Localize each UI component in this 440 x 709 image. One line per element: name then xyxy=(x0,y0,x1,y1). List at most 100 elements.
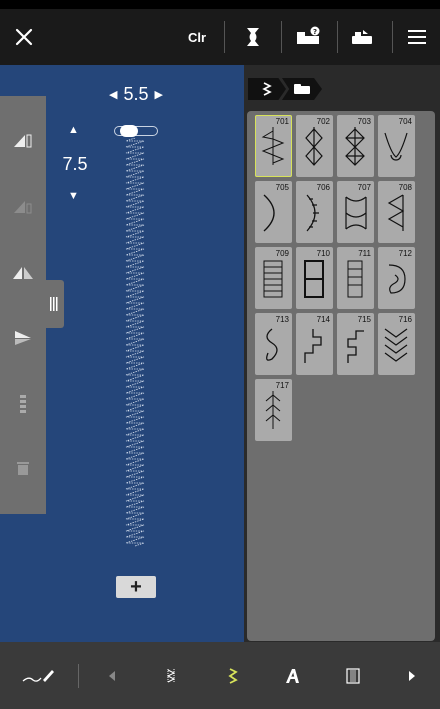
decorative-stitch-icon xyxy=(228,667,238,684)
stitch-pattern-icon xyxy=(266,328,278,361)
stitch-tile-709[interactable]: 709 xyxy=(255,247,292,309)
add-label: + xyxy=(130,575,142,598)
stitch-length-control: ▲ 7.5 ▼ xyxy=(50,124,100,208)
thread-button[interactable] xyxy=(238,9,268,65)
stitch-tile-710[interactable]: 710 xyxy=(296,247,333,309)
length-decrease-icon[interactable]: ▼ xyxy=(68,190,79,202)
stitch-pattern-icon xyxy=(384,132,408,161)
stitch-pattern-icon xyxy=(265,391,281,429)
stitch-width-control: ◀ 5.5 ▶ xyxy=(96,82,176,106)
stitch-pattern-icon xyxy=(347,260,363,298)
mirror-both-button[interactable] xyxy=(0,252,46,292)
stitch-pattern-icon xyxy=(305,127,323,166)
divider xyxy=(281,21,282,53)
buttonhole-button[interactable] xyxy=(340,642,366,709)
clear-label: Clr xyxy=(187,29,207,45)
mirror-both-icon xyxy=(13,267,33,279)
width-increase-icon[interactable]: ▶ xyxy=(155,88,163,101)
stitch-pattern-icon xyxy=(347,330,364,363)
divider xyxy=(337,21,338,53)
add-stitch-button[interactable]: + xyxy=(116,576,156,598)
stitch-tile-715[interactable]: 715 xyxy=(337,313,374,375)
stitch-pattern-icon xyxy=(304,329,322,363)
stitch-tile-713[interactable]: 713 xyxy=(255,313,292,375)
close-button[interactable] xyxy=(6,9,42,65)
mirror-horizontal-button[interactable] xyxy=(0,120,46,160)
stitch-sequence-button[interactable] xyxy=(0,384,46,424)
drag-handle-icon xyxy=(50,297,58,311)
stitch-pattern-icon xyxy=(345,196,367,230)
stitch-tile-704[interactable]: 704 xyxy=(378,115,415,177)
stitch-pattern-icon xyxy=(387,194,405,231)
divider xyxy=(224,21,225,53)
delete-button[interactable] xyxy=(0,448,46,488)
svg-text:?: ? xyxy=(313,28,317,36)
width-decrease-icon[interactable]: ◀ xyxy=(109,88,117,101)
stitch-tile-706[interactable]: 706 xyxy=(296,181,333,243)
menu-button[interactable] xyxy=(402,9,432,65)
practical-stitch-button[interactable] xyxy=(158,642,184,709)
breadcrumb-folder[interactable] xyxy=(282,78,322,100)
folder-icon xyxy=(294,84,310,94)
flip-icon xyxy=(15,331,31,345)
scroll-right-button[interactable] xyxy=(400,642,424,709)
breadcrumb xyxy=(248,78,322,100)
scroll-left-icon xyxy=(109,670,115,681)
buttonhole-icon xyxy=(346,667,360,684)
stitch-tile-705[interactable]: 705 xyxy=(255,181,292,243)
menu-icon xyxy=(408,30,426,44)
stitch-pattern-icon xyxy=(304,260,324,298)
stitch-pattern-icon xyxy=(384,328,408,362)
stitch-tile-717[interactable]: 717 xyxy=(255,379,292,441)
thread-spool-icon xyxy=(247,28,259,46)
flip-button[interactable] xyxy=(0,318,46,358)
stitch-length-value: 7.5 xyxy=(62,154,88,174)
status-bar xyxy=(0,0,440,9)
embroidery-mode-icon xyxy=(352,30,372,44)
alphabet-icon xyxy=(286,668,299,683)
stitch-tile-712[interactable]: 712 xyxy=(378,247,415,309)
stitch-tile-711[interactable]: 711 xyxy=(337,247,374,309)
stitch-tile-707[interactable]: 707 xyxy=(337,181,374,243)
stitch-tile-708[interactable]: 708 xyxy=(378,181,415,243)
stitch-category-icon xyxy=(262,82,272,96)
scroll-right-icon xyxy=(409,670,415,681)
divider xyxy=(392,21,393,53)
stitch-width-value: 5.5 xyxy=(123,83,149,104)
stitch-tile-701[interactable]: 701 xyxy=(255,115,292,177)
stitch-tile-703[interactable]: 703 xyxy=(337,115,374,177)
toolbar-collapse-handle[interactable] xyxy=(44,280,64,328)
top-toolbar: Clr ? xyxy=(0,9,440,65)
clear-button[interactable]: Clr xyxy=(180,9,214,65)
bottom-toolbar xyxy=(0,642,440,709)
machine-info-button[interactable]: ? xyxy=(292,9,326,65)
stitch-pattern-icon xyxy=(345,127,365,166)
machine-info-icon: ? xyxy=(297,26,320,44)
stitch-tile-716[interactable]: 716 xyxy=(378,313,415,375)
slider-knob[interactable] xyxy=(120,125,138,137)
mirror-vertical-button[interactable] xyxy=(0,186,46,226)
embroidery-mode-button[interactable] xyxy=(346,9,378,65)
stitch-pattern-icon xyxy=(306,194,319,232)
stitch-tile-702[interactable]: 702 xyxy=(296,115,333,177)
stitch-pattern-icon xyxy=(388,264,406,294)
stitch-pattern-icon xyxy=(263,260,283,298)
alphabet-button[interactable] xyxy=(280,642,306,709)
stitch-sequence-icon xyxy=(20,395,26,413)
breadcrumb-stitch-category[interactable] xyxy=(248,78,286,100)
delete-icon xyxy=(17,462,29,475)
sewing-mode-icon xyxy=(22,669,54,682)
scroll-left-button[interactable] xyxy=(100,642,124,709)
stitch-tile-714[interactable]: 714 xyxy=(296,313,333,375)
stitch-pattern-icon xyxy=(261,127,285,165)
divider xyxy=(78,664,79,688)
practical-stitch-icon xyxy=(166,668,176,683)
sewing-mode-button[interactable] xyxy=(18,642,58,709)
length-increase-icon[interactable]: ▲ xyxy=(68,124,79,136)
close-icon xyxy=(15,28,33,46)
mirror-vertical-icon xyxy=(14,201,32,214)
stitch-pattern-icon xyxy=(263,194,275,232)
decorative-stitch-button[interactable] xyxy=(220,642,246,709)
mirror-horizontal-icon xyxy=(14,134,32,148)
stitch-grid: 701 702 703 704 705 706 707 708 709 710 711 712 713 7… xyxy=(247,111,435,641)
